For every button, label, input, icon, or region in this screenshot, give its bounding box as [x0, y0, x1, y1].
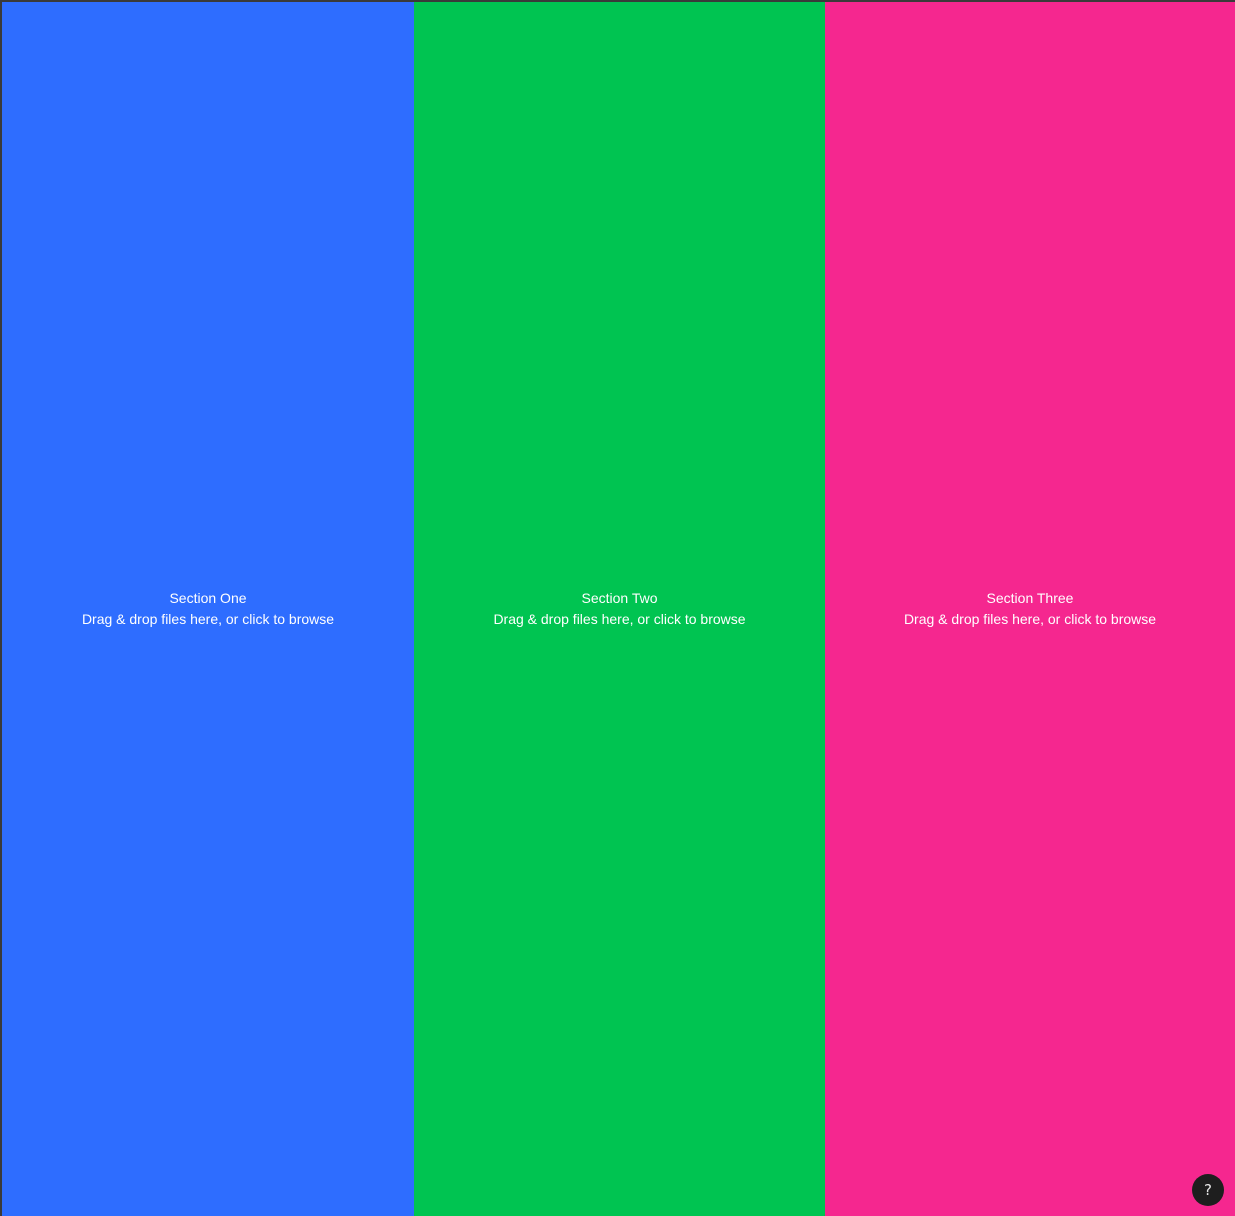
dropzone-section-three[interactable]: Section Three Drag & drop files here, or…: [825, 2, 1235, 1216]
section-one-title: Section One: [169, 590, 247, 606]
section-one-hint: Drag & drop files here, or click to brow…: [81, 611, 335, 627]
dropzone-section-one[interactable]: Section One Drag & drop files here, or c…: [2, 2, 414, 1216]
section-three-hint: Drag & drop files here, or click to brow…: [903, 611, 1157, 627]
section-three-title: Section Three: [986, 590, 1074, 606]
section-two-hint: Drag & drop files here, or click to brow…: [493, 611, 746, 627]
question-mark-icon: ?: [1204, 1181, 1212, 1199]
dropzone-container: Section One Drag & drop files here, or c…: [0, 0, 1235, 1216]
dropzone-section-two[interactable]: Section Two Drag & drop files here, or c…: [414, 2, 825, 1216]
help-button[interactable]: ?: [1192, 1174, 1224, 1206]
section-two-title: Section Two: [581, 590, 658, 606]
